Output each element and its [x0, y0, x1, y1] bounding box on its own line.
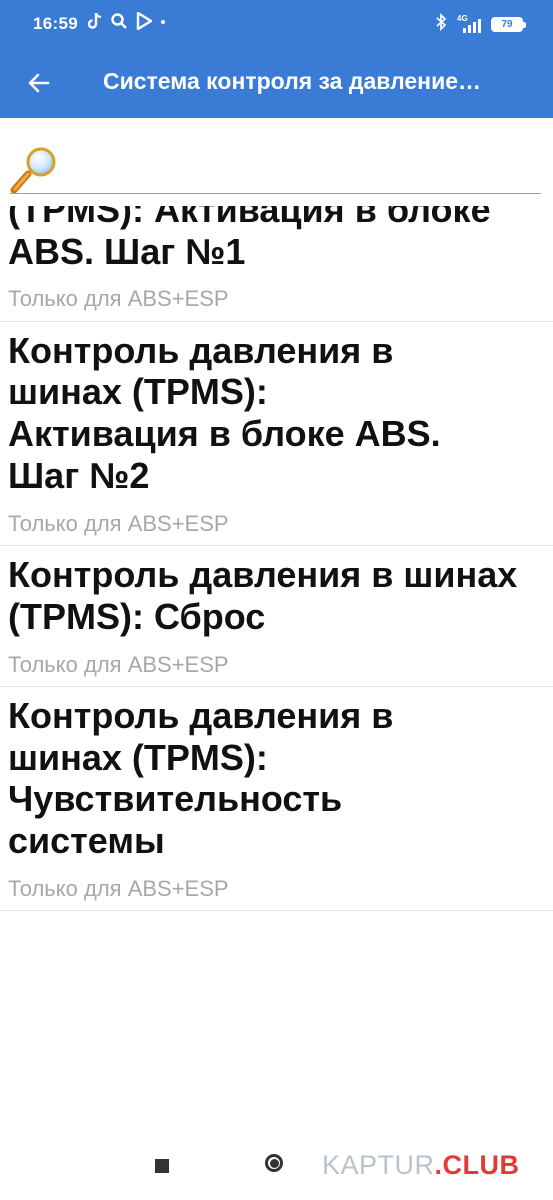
item-subtitle: Только для ABS+ESP: [8, 286, 229, 312]
battery-level: 79: [493, 19, 521, 30]
screen: 16:59 4G 79 Система контроля за давление…: [0, 0, 553, 1200]
list-item[interactable]: Контроль давления в шинах (TPMS): Актива…: [0, 206, 553, 322]
app-bar: Система контроля за давление…: [0, 50, 553, 118]
system-nav-bar: KAPTUR.CLUB: [0, 1130, 553, 1200]
more-notifications-dot: [160, 12, 166, 30]
magnifier-icon: [10, 146, 60, 199]
search-input[interactable]: [62, 148, 536, 186]
watermark-part1: KAPTUR: [322, 1150, 435, 1180]
back-button[interactable]: [16, 60, 62, 106]
search-bar: [0, 118, 553, 206]
item-title: Контроль давления в шинах (TPMS): Актива…: [8, 206, 491, 272]
item-title: Контроль давления в шинах (TPMS): Сброс: [8, 554, 518, 637]
watermark-part2: .CLUB: [434, 1150, 520, 1180]
home-button[interactable]: [265, 1154, 283, 1172]
item-title: Контроль давления в шинах (TPMS): Актива…: [8, 329, 441, 496]
tiktok-icon: [88, 12, 102, 30]
page-title: Система контроля за давление…: [103, 68, 482, 94]
search-underline: [10, 193, 541, 194]
play-store-icon: [136, 12, 152, 30]
status-time: 16:59: [33, 14, 78, 33]
status-notification-icons: [88, 12, 166, 30]
list-item[interactable]: Контроль давления в шинах (TPMS): Актива…: [0, 322, 553, 547]
bluetooth-icon: [435, 12, 447, 36]
status-bar: 16:59 4G 79: [0, 0, 553, 50]
arrow-left-icon: [28, 73, 50, 93]
watermark: KAPTUR.CLUB: [322, 1150, 520, 1181]
results-list[interactable]: Контроль давления в шинах (TPMS): Актива…: [0, 206, 553, 1116]
list-item[interactable]: Контроль давления в шинах (TPMS): Сброс …: [0, 546, 553, 687]
search-notification-icon: [110, 12, 128, 30]
battery-icon: 79: [491, 17, 526, 32]
item-title: Контроль давления в шинах (TPMS): Чувств…: [8, 694, 394, 862]
item-subtitle: Только для ABS+ESP: [8, 510, 229, 536]
item-subtitle: Только для ABS+ESP: [8, 651, 229, 677]
status-right: 4G 79: [435, 12, 526, 36]
recents-button[interactable]: [155, 1159, 169, 1173]
list-item[interactable]: Контроль давления в шинах (TPMS): Чувств…: [0, 687, 553, 912]
item-subtitle: Только для ABS+ESP: [8, 875, 229, 901]
header: 16:59 4G 79 Система контроля за давление…: [0, 0, 553, 118]
signal-icon: 4G: [457, 14, 481, 34]
